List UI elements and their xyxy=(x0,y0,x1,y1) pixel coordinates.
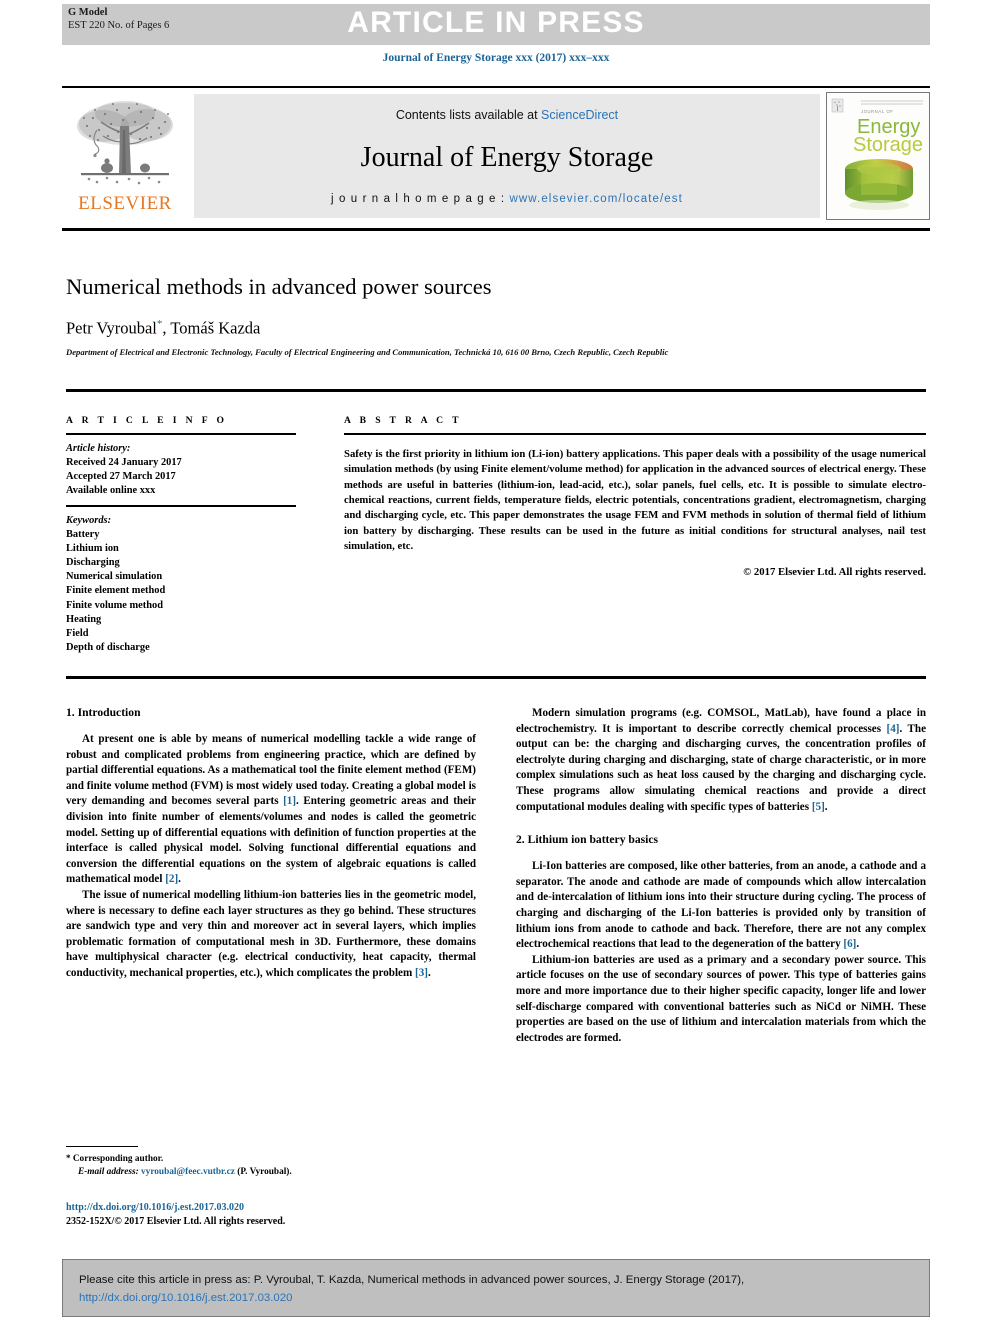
para-text: . xyxy=(178,873,181,886)
para-text: Li-Ion batteries are composed, like othe… xyxy=(516,860,926,951)
citation-ref[interactable]: [1] xyxy=(283,795,296,807)
citation-footer-text: Please cite this article in press as: P.… xyxy=(79,1271,913,1307)
body-top-rule xyxy=(66,676,926,679)
keyword-item: Depth of discharge xyxy=(66,641,150,653)
citation-ref[interactable]: [2] xyxy=(165,873,178,885)
abstract-copyright: © 2017 Elsevier Ltd. All rights reserved… xyxy=(743,566,926,579)
history-accepted: Accepted 27 March 2017 xyxy=(66,470,176,482)
citation-doi-link-part2[interactable]: org/10.1016/j.est.2017.03.020 xyxy=(141,1292,292,1304)
journal-title: Journal of Energy Storage xyxy=(360,141,654,173)
article-info-column: A R T I C L E I N F O Article history: R… xyxy=(66,415,312,655)
contents-available-line: Contents lists available at ScienceDirec… xyxy=(396,108,618,122)
article-in-press-banner: G Model EST 220 No. of Pages 6 ARTICLE I… xyxy=(62,4,930,45)
history-received: Received 24 January 2017 xyxy=(66,456,182,468)
para-text: . xyxy=(856,938,860,951)
paragraph: Li-Ion batteries are composed, like othe… xyxy=(516,859,926,953)
para-text: . Entering geometric areas and their div… xyxy=(66,795,476,886)
keyword-item: Discharging xyxy=(66,557,120,569)
doi-link[interactable]: http://dx.doi.org/10.1016/j.est.2017.03.… xyxy=(66,1201,496,1215)
email-label: E-mail address: xyxy=(78,1167,139,1177)
keyword-item: Heating xyxy=(66,613,102,625)
keywords-block: Keywords: Battery Lithium ion Dischargin… xyxy=(66,514,312,655)
abstract-column: A B S T R A C T Safety is the first prio… xyxy=(344,415,926,578)
email-link[interactable]: vyroubal@feec.vutbr.cz xyxy=(141,1167,235,1177)
elsevier-tree-icon xyxy=(77,101,173,185)
masthead-bottom-rule xyxy=(62,228,930,232)
para-text: Modern simulation programs (e.g. COMSOL,… xyxy=(516,707,926,735)
issn-copyright-line: 2352-152X/© 2017 Elsevier Ltd. All right… xyxy=(66,1215,286,1227)
footnote-block: * Corresponding author. E-mail address: … xyxy=(66,1152,486,1179)
citation-footer-box: Please cite this article in press as: P.… xyxy=(62,1259,930,1317)
author-first: Petr Vyroubal xyxy=(66,318,157,338)
journal-homepage-line: j o u r n a l h o m e p a g e : www.else… xyxy=(331,193,683,205)
citation-ref[interactable]: [6] xyxy=(843,938,856,950)
article-info-rule-mid xyxy=(66,505,296,507)
paper-page: G Model EST 220 No. of Pages 6 ARTICLE I… xyxy=(0,0,992,1323)
para-text: . xyxy=(824,800,828,813)
sciencedirect-link[interactable]: ScienceDirect xyxy=(541,108,618,122)
body-column-right: Modern simulation programs (e.g. COMSOL,… xyxy=(516,706,926,1046)
keyword-item: Finite volume method xyxy=(66,599,163,611)
journal-homepage-link[interactable]: www.elsevier.com/locate/est xyxy=(509,193,683,205)
history-online: Available online xxx xyxy=(66,485,156,497)
article-in-press-text: ARTICLE IN PRESS xyxy=(347,6,645,39)
footnote-rule xyxy=(66,1146,138,1148)
citation-ref[interactable]: [4] xyxy=(887,723,900,735)
article-info-rule-top xyxy=(66,433,296,435)
elsevier-wordmark: ELSEVIER xyxy=(78,193,172,214)
journal-cover-thumbnail: JOURNAL OF Energy Storage xyxy=(826,92,930,220)
keyword-item: Numerical simulation xyxy=(66,571,163,583)
svg-text:Storage: Storage xyxy=(853,134,923,156)
affiliation-rule xyxy=(66,389,926,392)
article-info-heading: A R T I C L E I N F O xyxy=(66,415,228,426)
footnote-marker: * xyxy=(66,1153,71,1163)
journal-masthead: ELSEVIER Contents lists available at Sci… xyxy=(62,92,930,220)
corresponding-author-line: * Corresponding author. xyxy=(66,1152,486,1166)
affiliation: Department of Electrical and Electronic … xyxy=(66,347,669,357)
section-heading-lithium-ion-basics: 2. Lithium ion battery basics xyxy=(516,833,659,847)
masthead-center-panel: Contents lists available at ScienceDirec… xyxy=(194,94,820,218)
masthead-top-rule xyxy=(62,86,930,89)
svg-text:JOURNAL OF: JOURNAL OF xyxy=(861,109,893,114)
para-text: The issue of numerical modelling lithium… xyxy=(66,888,476,979)
para-text: . The output can be: the charging and di… xyxy=(516,722,926,813)
page-title: Numerical methods in advanced power sour… xyxy=(66,274,492,299)
keywords-label: Keywords: xyxy=(66,514,112,526)
cover-artwork-icon: JOURNAL OF Energy Storage xyxy=(827,93,929,219)
citation-doi-link-part1[interactable]: http://dx.doi. xyxy=(79,1292,141,1304)
abstract-rule xyxy=(344,433,926,436)
article-history-block: Article history: Received 24 January 201… xyxy=(66,442,312,498)
homepage-prefix: j o u r n a l h o m e p a g e : xyxy=(331,193,510,205)
paragraph: The issue of numerical modelling lithium… xyxy=(66,888,476,982)
abstract-heading: A B S T R A C T xyxy=(344,415,462,426)
contents-prefix: Contents lists available at xyxy=(395,108,542,122)
keyword-item: Field xyxy=(66,627,89,639)
citation-ref[interactable]: [5] xyxy=(812,801,825,813)
article-history-label: Article history: xyxy=(66,442,131,454)
elsevier-logo: ELSEVIER xyxy=(62,92,188,220)
body-columns: 1. Introduction At present one is able b… xyxy=(66,706,926,1046)
keyword-item: Lithium ion xyxy=(66,543,119,555)
body-column-left: 1. Introduction At present one is able b… xyxy=(66,706,476,1046)
corresponding-author-text: Corresponding author. xyxy=(72,1154,164,1164)
citation-ref[interactable]: [3] xyxy=(415,967,428,979)
email-line: E-mail address: vyroubal@feec.vutbr.cz (… xyxy=(66,1166,486,1179)
paragraph: Lithium-ion batteries are used as a prim… xyxy=(516,953,926,1044)
abstract-text: Safety is the first priority in lithium … xyxy=(344,448,926,552)
journal-running-head: Journal of Energy Storage xxx (2017) xxx… xyxy=(382,52,610,64)
author-rest: , Tomáš Kazda xyxy=(162,318,261,338)
email-suffix: (P. Vyroubal). xyxy=(237,1167,292,1177)
paragraph: Modern simulation programs (e.g. COMSOL,… xyxy=(516,706,926,815)
para-text: . xyxy=(427,966,431,979)
keyword-item: Battery xyxy=(66,529,100,541)
citation-prefix: Please cite this article in press as: P.… xyxy=(79,1274,745,1286)
doi-block: http://dx.doi.org/10.1016/j.est.2017.03.… xyxy=(66,1201,496,1228)
paragraph: At present one is able by means of numer… xyxy=(66,732,476,888)
author-list: Petr Vyroubal*, Tomáš Kazda xyxy=(66,318,926,339)
keyword-item: Finite element method xyxy=(66,585,166,597)
section-heading-introduction: 1. Introduction xyxy=(66,706,141,719)
